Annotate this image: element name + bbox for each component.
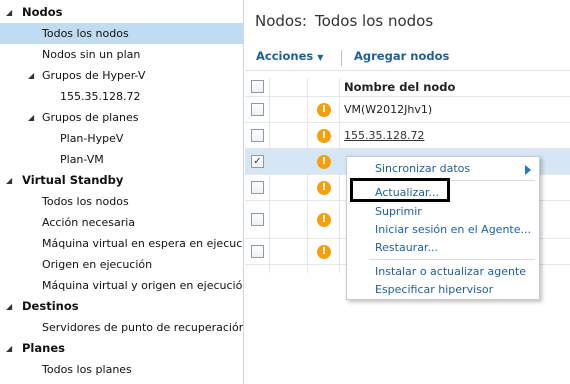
- acciones-button[interactable]: Acciones ▼: [256, 49, 323, 63]
- tree-item-label: Todos los nodos: [42, 27, 129, 40]
- tree-item-mv-origen-ejecucion[interactable]: Máquina virtual y origen en ejecución: [0, 275, 244, 296]
- toolbar: Acciones ▼ Agregar nodos: [245, 43, 570, 71]
- caret-down-icon[interactable]: ◢: [28, 107, 34, 128]
- tree-item-plan-hypev[interactable]: Plan-HypeV: [0, 128, 243, 149]
- node-name-link[interactable]: 155.35.128.72: [344, 129, 424, 142]
- row-checkbox[interactable]: [251, 181, 264, 194]
- menu-item-especificar-hipervisor[interactable]: Especificar hipervisor: [375, 283, 493, 296]
- tree-item-todos-los-nodos[interactable]: Todos los nodos: [0, 23, 243, 44]
- tree-section-virtual-standby[interactable]: ◢ Virtual Standby: [0, 170, 243, 191]
- node-name: VM(W2012Jhv1): [344, 103, 433, 116]
- menu-item-sincronizar-datos[interactable]: Sincronizar datos: [375, 162, 470, 175]
- tree-item-vs-todos-los-nodos[interactable]: Todos los nodos: [0, 191, 243, 212]
- tree-item-label: Origen en ejecución: [42, 258, 153, 271]
- warning-icon: !: [317, 103, 331, 117]
- tree-item-label: Plan-HypeV: [60, 132, 124, 145]
- caret-down-icon[interactable]: ◢: [6, 296, 12, 317]
- tree-item-nodos-sin-plan[interactable]: Nodos sin un plan: [0, 44, 243, 65]
- tree-item-label: Acción necesaria: [42, 216, 136, 229]
- warning-icon: !: [317, 245, 331, 259]
- tree-item-label: Grupos de Hyper-V: [42, 69, 146, 82]
- caret-down-icon[interactable]: ◢: [28, 65, 34, 86]
- tree-item-label: 155.35.128.72: [60, 90, 141, 103]
- warning-icon: !: [317, 129, 331, 143]
- row-checkbox[interactable]: [251, 103, 264, 116]
- tree-section-label: Nodos: [22, 5, 63, 19]
- page-title: Nodos: Todos los nodos: [255, 12, 433, 30]
- select-all-checkbox[interactable]: [251, 80, 264, 93]
- caret-down-icon[interactable]: ◢: [6, 338, 12, 359]
- tree-item-155-35-128-72[interactable]: 155.35.128.72: [0, 86, 243, 107]
- acciones-label: Acciones: [256, 49, 314, 63]
- warning-icon: !: [317, 213, 331, 227]
- tree-item-label: Servidores de punto de recuperación: [42, 321, 244, 334]
- tree-item-plan-vm[interactable]: Plan-VM: [0, 149, 243, 170]
- tree-section-label: Planes: [22, 341, 65, 355]
- tree-item-label: Todos los planes: [42, 363, 132, 376]
- tree-item-todos-los-planes[interactable]: Todos los planes: [0, 359, 243, 380]
- tree-item-label: Nodos sin un plan: [42, 48, 141, 61]
- table-row[interactable]: ! VM(W2012Jhv1): [245, 97, 570, 123]
- warning-icon: !: [317, 181, 331, 195]
- row-checkbox[interactable]: [251, 129, 264, 142]
- column-header-nombre[interactable]: Nombre del nodo: [344, 80, 455, 94]
- tree-item-accion-necesaria[interactable]: Acción necesaria: [0, 212, 243, 233]
- tree-section-planes[interactable]: ◢ Planes: [0, 338, 243, 359]
- menu-item-suprimir[interactable]: Suprimir: [375, 205, 422, 218]
- toolbar-divider: [341, 50, 342, 66]
- tree-section-label: Virtual Standby: [22, 173, 124, 187]
- tree-item-mv-espera-ejecucion[interactable]: Máquina virtual en espera en ejecución: [0, 233, 244, 254]
- row-checkbox-checked[interactable]: ✓: [251, 155, 264, 168]
- tree-item-servidores-punto-recuperacion[interactable]: Servidores de punto de recuperación: [0, 317, 244, 338]
- tree-item-label: Máquina virtual en espera en ejecución: [42, 237, 244, 250]
- chevron-down-icon: ▼: [317, 53, 324, 62]
- title-crumb-nodos: Nodos:: [255, 12, 307, 30]
- caret-down-icon[interactable]: ◢: [6, 2, 12, 23]
- tree-item-grupos-hyper-v[interactable]: ◢ Grupos de Hyper-V: [0, 65, 243, 86]
- sidebar-tree: ◢ Nodos Todos los nodos Nodos sin un pla…: [0, 0, 244, 384]
- highlight-box: [350, 178, 450, 202]
- menu-separator: [369, 259, 535, 260]
- tree-item-label: Máquina virtual y origen en ejecución: [42, 279, 244, 292]
- tree-section-destinos[interactable]: ◢ Destinos: [0, 296, 243, 317]
- tree-item-grupos-de-planes[interactable]: ◢ Grupos de planes: [0, 107, 243, 128]
- warning-icon: !: [317, 155, 331, 169]
- title-crumb-todos: Todos los nodos: [314, 12, 434, 30]
- tree-section-label: Destinos: [22, 299, 79, 313]
- table-header: Nombre del nodo: [245, 75, 570, 97]
- menu-item-instalar-agente[interactable]: Instalar o actualizar agente: [375, 265, 526, 278]
- agregar-nodos-button[interactable]: Agregar nodos: [354, 49, 449, 63]
- caret-down-icon[interactable]: ◢: [6, 170, 12, 191]
- tree-section-nodos[interactable]: ◢ Nodos: [0, 2, 243, 23]
- tree-item-label: Plan-VM: [60, 153, 104, 166]
- menu-item-restaurar[interactable]: Restaurar...: [375, 241, 438, 254]
- table-row[interactable]: ! 155.35.128.72: [245, 123, 570, 149]
- row-checkbox[interactable]: [251, 213, 264, 226]
- chevron-right-icon: [525, 165, 531, 175]
- row-checkbox[interactable]: [251, 245, 264, 258]
- tree-item-origen-ejecucion[interactable]: Origen en ejecución: [0, 254, 243, 275]
- tree-item-label: Grupos de planes: [42, 111, 139, 124]
- tree-item-label: Todos los nodos: [42, 195, 129, 208]
- menu-item-iniciar-sesion[interactable]: Iniciar sesión en el Agente...: [375, 223, 531, 236]
